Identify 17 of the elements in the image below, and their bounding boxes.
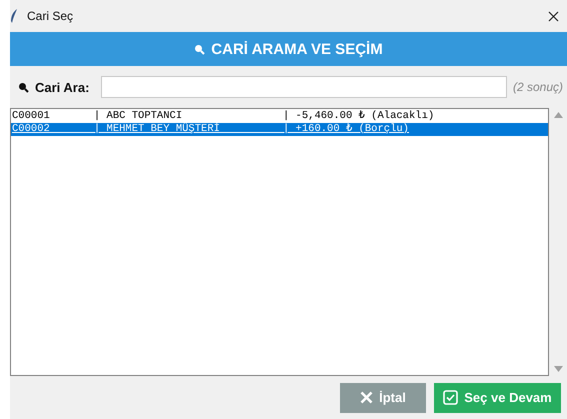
list-item[interactable]: C00002 | MEHMET BEY MÜŞTERİ | +160.00 ₺ (Borçlu) bbox=[11, 123, 548, 136]
header-title: CARİ ARAMA VE SEÇİM bbox=[211, 40, 383, 58]
confirm-button[interactable]: Seç ve Devam bbox=[434, 382, 561, 412]
search-icon bbox=[194, 44, 206, 54]
window-title: Cari Seç bbox=[27, 9, 74, 23]
scroll-down-icon[interactable] bbox=[554, 366, 562, 372]
list-item[interactable]: C00001 | ABC TOPTANCI | -5,460.00 ₺ (Alacaklı) bbox=[11, 110, 548, 123]
search-field[interactable] bbox=[101, 76, 507, 98]
feather-icon bbox=[10, 9, 18, 23]
cancel-button[interactable]: İptal bbox=[340, 382, 426, 412]
checkbox-icon bbox=[443, 390, 458, 405]
close-icon bbox=[360, 391, 374, 404]
scroll-up-icon[interactable] bbox=[554, 112, 562, 118]
search-label: Cari Ara: bbox=[35, 80, 90, 94]
search-icon bbox=[18, 82, 29, 92]
close-icon bbox=[548, 10, 559, 22]
result-count: (2 sonuç) bbox=[512, 80, 564, 94]
